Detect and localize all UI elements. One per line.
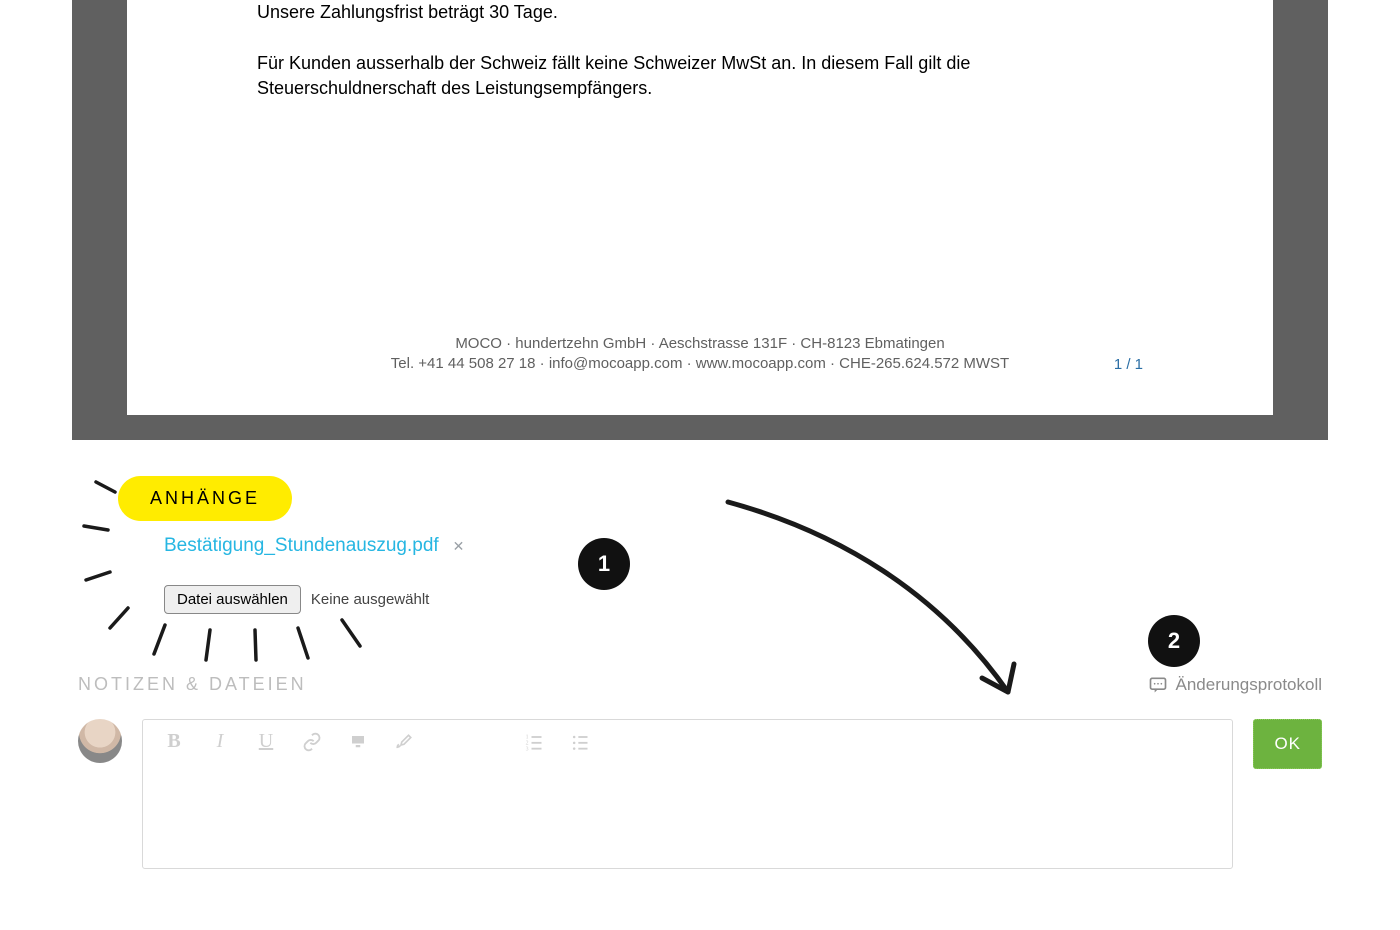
below-document-area: ANHÄNGE Bestätigung_Stundenauszug.pdf ✕ … [0, 450, 1400, 869]
footer-line-2: Tel. +41 44 508 27 18 · info@mocoapp.com… [127, 355, 1273, 372]
underline-button[interactable]: U [255, 730, 277, 753]
file-picker-row: Datei auswählen Keine ausgewählt [164, 585, 1322, 614]
attachments-section: ANHÄNGE Bestätigung_Stundenauszug.pdf ✕ … [78, 450, 1322, 614]
callout-badge-2: 2 [1148, 615, 1200, 667]
body-paragraph-1: Unsere Zahlungsfrist beträgt 30 Tage. [257, 0, 1143, 25]
document-preview-frame: Unsere Zahlungsfrist beträgt 30 Tage. Fü… [72, 0, 1328, 440]
attachment-remove-icon[interactable]: ✕ [453, 538, 465, 555]
attachment-file-link[interactable]: Bestätigung_Stundenauszug.pdf [164, 535, 439, 557]
ok-button[interactable]: OK [1253, 719, 1322, 769]
avatar [78, 719, 122, 763]
bold-button[interactable]: B [163, 730, 185, 753]
svg-text:3: 3 [526, 746, 529, 752]
document-footer: MOCO · hundertzehn GmbH · Aeschstrasse 1… [127, 335, 1273, 375]
ordered-list-button[interactable]: 123 [523, 732, 545, 752]
changelog-link[interactable]: Änderungsprotokoll [1148, 675, 1322, 695]
document-body: Unsere Zahlungsfrist beträgt 30 Tage. Fü… [257, 0, 1143, 102]
note-editor[interactable]: B I U 123 [142, 719, 1233, 869]
chat-icon [1148, 675, 1168, 695]
brush-button[interactable] [393, 733, 415, 751]
callout-badge-1: 1 [578, 538, 630, 590]
italic-button[interactable]: I [209, 730, 231, 753]
page-number: 1 / 1 [1114, 356, 1143, 373]
editor-toolbar: B I U 123 [143, 720, 1232, 763]
block-button[interactable] [347, 733, 369, 751]
notes-section-header: NOTIZEN & DATEIEN [78, 674, 307, 695]
attachments-header: ANHÄNGE [118, 476, 292, 521]
attachment-row: Bestätigung_Stundenauszug.pdf ✕ [164, 535, 1322, 557]
link-button[interactable] [301, 732, 323, 752]
choose-file-button[interactable]: Datei auswählen [164, 585, 301, 614]
document-page: Unsere Zahlungsfrist beträgt 30 Tage. Fü… [127, 0, 1273, 415]
changelog-label: Änderungsprotokoll [1176, 675, 1322, 695]
no-file-selected-text: Keine ausgewählt [311, 591, 429, 608]
editor-row: B I U 123 OK [78, 719, 1322, 869]
footer-line-1: MOCO · hundertzehn GmbH · Aeschstrasse 1… [127, 335, 1273, 352]
notes-header-row: NOTIZEN & DATEIEN Änderungsprotokoll [78, 674, 1322, 695]
body-paragraph-2: Für Kunden ausserhalb der Schweiz fällt … [257, 51, 1143, 101]
bullet-list-button[interactable] [569, 732, 591, 752]
